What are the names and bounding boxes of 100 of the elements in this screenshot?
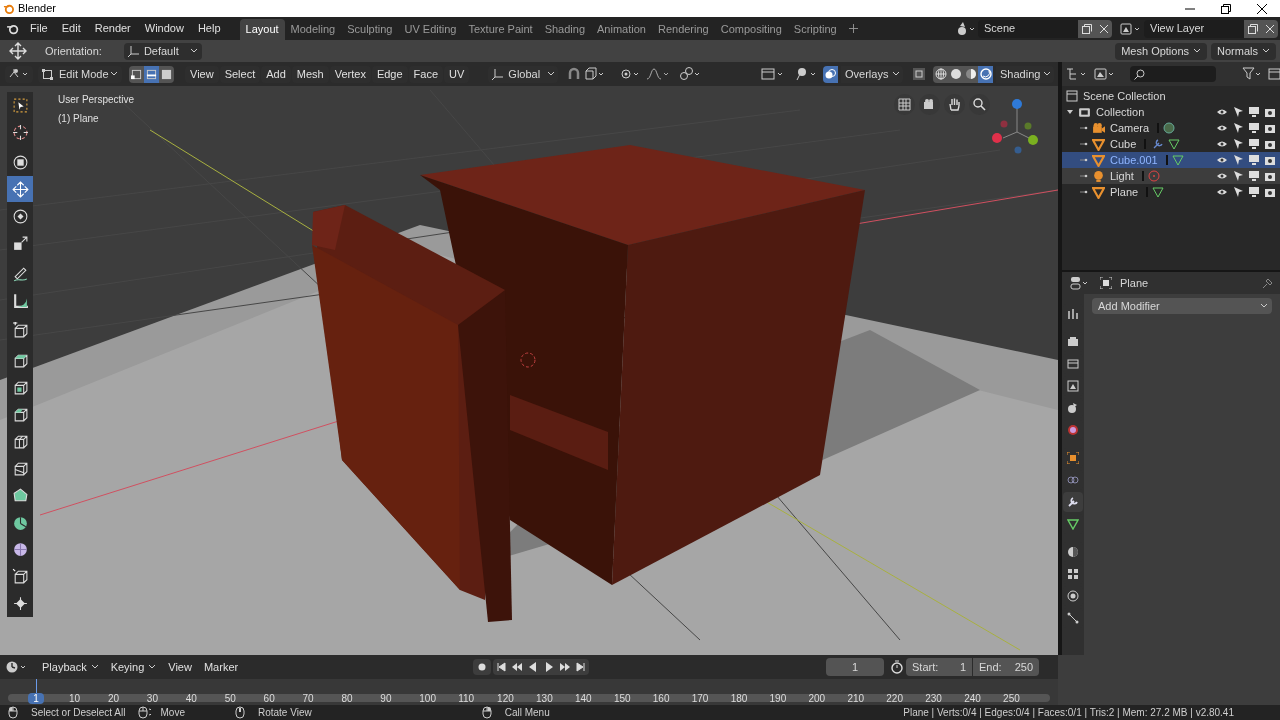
selectable-arrow-icon[interactable]: [1232, 170, 1244, 182]
close-icon[interactable]: [1257, 3, 1267, 14]
menu-item[interactable]: Keying: [104, 658, 163, 676]
wireframe-shading-button[interactable]: [933, 65, 948, 83]
scene-icon[interactable]: [956, 21, 976, 36]
menu-item[interactable]: File: [23, 20, 55, 37]
outliner-item[interactable]: Collection: [1096, 103, 1145, 121]
outliner-row[interactable]: Cube.001: [1062, 152, 1280, 168]
solid-shading-button[interactable]: [948, 65, 963, 83]
menu-item[interactable]: Help: [190, 20, 228, 37]
selectable-arrow-icon[interactable]: [1232, 138, 1244, 150]
outliner-item[interactable]: Plane: [1110, 183, 1139, 201]
render-camera-icon[interactable]: [1264, 186, 1276, 198]
render-camera-icon[interactable]: [1264, 106, 1276, 118]
workspace-tab[interactable]: Scripting: [787, 19, 843, 40]
rendered-shading-icon: [979, 68, 992, 80]
frame-number: 220: [886, 692, 903, 705]
duplicate-button[interactable]: [1244, 19, 1261, 38]
editor-type-icon[interactable]: [1070, 276, 1090, 290]
menu-item[interactable]: View: [162, 658, 198, 676]
pan-hand-icon: [948, 98, 961, 111]
add-icon[interactable]: [848, 24, 858, 33]
proportional-falloff-icon[interactable]: [646, 67, 671, 81]
start-frame-field[interactable]: Start: 1: [906, 658, 972, 676]
mesh-options-dropdown[interactable]: Mesh Options: [1115, 42, 1208, 60]
end-frame-field[interactable]: End: 250: [973, 658, 1039, 676]
caret-icon: [90, 664, 99, 670]
close-button[interactable]: [1261, 19, 1278, 38]
pin-icon[interactable]: [1262, 277, 1274, 289]
stopwatch-icon[interactable]: [890, 660, 904, 674]
workspace-tab[interactable]: Sculpting: [341, 19, 399, 40]
proportional-edit-icon[interactable]: [679, 67, 702, 81]
snap-icon[interactable]: [567, 67, 582, 81]
workspace-tab[interactable]: Animation: [591, 19, 652, 40]
outliner-row[interactable]: Collection: [1062, 104, 1280, 120]
modifier-tab-button[interactable]: [1063, 492, 1083, 512]
orientation-dropdown[interactable]: Default: [123, 42, 202, 60]
edge-select-mode-button[interactable]: [144, 65, 159, 83]
render-camera-icon[interactable]: [1264, 138, 1276, 150]
workspace-tab[interactable]: UV Editing: [398, 19, 463, 40]
duplicate-button[interactable]: [1078, 19, 1095, 38]
outliner-item[interactable]: Scene Collection: [1083, 87, 1166, 105]
view-name-label: User Perspective: [58, 93, 135, 107]
workspace-tab[interactable]: Shading: [538, 19, 592, 40]
overlays-toggle-button[interactable]: [823, 65, 838, 83]
expand-arrow-icon[interactable]: [1066, 108, 1074, 116]
add-modifier-dropdown[interactable]: Add Modifier: [1092, 298, 1272, 314]
normals-dropdown[interactable]: Normals: [1211, 42, 1276, 60]
menu-item[interactable]: Render: [87, 20, 138, 37]
restore-icon[interactable]: [1221, 3, 1231, 14]
move-button[interactable]: [7, 176, 33, 202]
outliner-item[interactable]: Camera: [1110, 119, 1150, 137]
menu-item[interactable]: Playback: [36, 658, 105, 676]
outliner-row[interactable]: Camera: [1062, 120, 1280, 136]
blender-logo-icon[interactable]: [6, 22, 19, 35]
move-icon[interactable]: [9, 42, 27, 60]
workspace-tab[interactable]: Layout: [239, 19, 285, 40]
menu-item[interactable]: Edit: [54, 20, 88, 37]
view-layer-icon[interactable]: [1120, 21, 1142, 36]
selectable-arrow-icon[interactable]: [1232, 186, 1244, 198]
current-frame-field[interactable]: 1: [826, 658, 884, 676]
outliner-row[interactable]: Light: [1062, 168, 1280, 184]
render-camera-icon[interactable]: [1264, 170, 1276, 182]
outliner-row[interactable]: Plane: [1062, 184, 1280, 200]
render-camera-icon[interactable]: [1264, 122, 1276, 134]
xray-icon[interactable]: [912, 67, 926, 81]
vertex-select-mode-button[interactable]: [129, 65, 144, 83]
menu-item[interactable]: Marker: [197, 658, 245, 676]
selectable-arrow-icon[interactable]: [1232, 106, 1244, 118]
view-object-types-icon[interactable]: [761, 67, 785, 81]
render-camera-icon[interactable]: [1264, 154, 1276, 166]
workspace-tab[interactable]: Modeling: [284, 19, 342, 40]
selectable-arrow-icon[interactable]: [1232, 122, 1244, 134]
menu-item[interactable]: Window: [137, 20, 191, 37]
rendered-shading-button[interactable]: [978, 65, 993, 83]
material-shading-button[interactable]: [963, 65, 978, 83]
search-field[interactable]: [1130, 66, 1216, 82]
close-button[interactable]: [1095, 19, 1112, 38]
viewport-monitor-icon[interactable]: [1248, 106, 1260, 118]
workspace-tab[interactable]: Rendering: [651, 19, 715, 40]
selectable-arrow-icon[interactable]: [1232, 154, 1244, 166]
outliner-item[interactable]: Cube.001: [1110, 151, 1158, 169]
viewport-monitor-icon[interactable]: [1248, 170, 1260, 182]
viewport-monitor-icon[interactable]: [1248, 138, 1260, 150]
light-data-icon: [1147, 170, 1160, 182]
gizmo-toggle-icon[interactable]: [794, 67, 818, 81]
outliner-item[interactable]: Cube: [1110, 135, 1137, 153]
caret-icon: [1193, 48, 1202, 54]
outliner-item[interactable]: Light: [1110, 167, 1134, 185]
face-select-mode-button[interactable]: [159, 65, 174, 83]
viewport-monitor-icon[interactable]: [1248, 154, 1260, 166]
new-collection-icon[interactable]: [1268, 67, 1280, 81]
workspace-tab[interactable]: Compositing: [714, 19, 788, 40]
viewport-monitor-icon[interactable]: [1248, 122, 1260, 134]
record-button[interactable]: [473, 659, 491, 675]
viewport-monitor-icon[interactable]: [1248, 186, 1260, 198]
close-icon: [1265, 24, 1274, 33]
playhead-frame-label[interactable]: 1: [28, 693, 44, 704]
workspace-tab[interactable]: Texture Paint: [462, 19, 539, 40]
outliner-row[interactable]: Cube: [1062, 136, 1280, 152]
